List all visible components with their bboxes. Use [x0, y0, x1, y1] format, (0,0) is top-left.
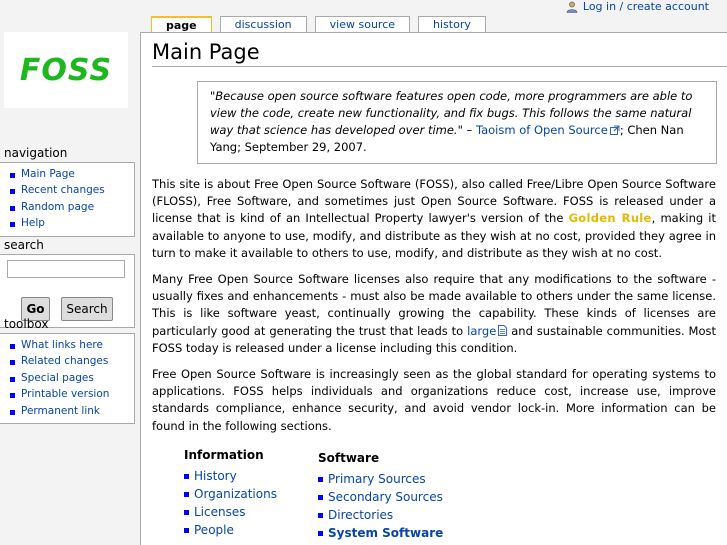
content-area: Main Page "Because open source software …: [140, 32, 727, 545]
software-item-directories[interactable]: Directories: [318, 506, 443, 524]
standards-paragraph: Free Open Source Software is increasingl…: [152, 367, 716, 433]
user-icon: [566, 1, 578, 13]
licenses-paragraph: Many Free Open Source Software licenses …: [152, 271, 716, 357]
tab-discussion[interactable]: discussion: [219, 16, 307, 33]
external-link-icon: [609, 125, 620, 135]
info-item-history[interactable]: History: [184, 467, 277, 485]
information-list: Information History Organizations Licens…: [184, 448, 277, 540]
info-item-people[interactable]: People: [184, 521, 277, 539]
nav-item-help[interactable]: Help: [8, 215, 134, 231]
search-input[interactable]: [7, 260, 125, 278]
software-item-secondary-sources[interactable]: Secondary Sources: [318, 488, 443, 506]
toolbox-portlet: toolbox What links here Related changes …: [0, 317, 135, 425]
software-heading: Software: [318, 450, 380, 465]
software-item-primary-sources[interactable]: Primary Sources: [318, 470, 443, 488]
info-item-organizations[interactable]: Organizations: [184, 485, 277, 503]
personal-tools: Log in / create account: [566, 0, 709, 13]
taoism-link[interactable]: Taoism of Open Source: [476, 123, 608, 137]
software-list: Software Primary Sources Secondary Sourc…: [318, 451, 443, 543]
navigation-portlet: navigation Main Page Recent changes Rand…: [0, 146, 135, 237]
page-title: Main Page: [152, 39, 727, 67]
software-item-system-software[interactable]: System Software: [318, 524, 443, 542]
tab-view-source[interactable]: view source: [314, 16, 411, 33]
quote-box: "Because open source software features o…: [197, 81, 717, 164]
toolbox-item-what-links-here[interactable]: What links here: [8, 337, 134, 353]
logo-text: FOSS: [19, 52, 113, 88]
intro-paragraph: This site is about Free Open Source Soft…: [152, 176, 716, 262]
tab-history[interactable]: history: [418, 16, 486, 33]
nav-item-main-page[interactable]: Main Page: [8, 166, 134, 182]
nav-item-random-page[interactable]: Random page: [8, 199, 134, 215]
navigation-body: Main Page Recent changes Random page Hel…: [0, 162, 135, 237]
page-tabs: page discussion view source history: [151, 16, 486, 33]
site-logo[interactable]: FOSS: [4, 32, 128, 108]
toolbox-body: What links here Related changes Special …: [0, 333, 135, 425]
toolbox-item-related-changes[interactable]: Related changes: [8, 353, 134, 369]
tab-page[interactable]: page: [151, 16, 212, 33]
large-link[interactable]: large: [467, 324, 496, 338]
nav-item-recent-changes[interactable]: Recent changes: [8, 182, 134, 198]
search-heading: search: [4, 238, 44, 252]
quote-dash: –: [462, 123, 476, 137]
navigation-heading: navigation: [4, 146, 68, 160]
search-portlet: search Go Search: [0, 238, 135, 328]
toolbox-heading: toolbox: [4, 317, 49, 331]
information-heading: Information: [184, 447, 264, 462]
section-lists: Information History Organizations Licens…: [152, 448, 727, 545]
info-item-licenses[interactable]: Licenses: [184, 503, 277, 521]
login-link[interactable]: Log in / create account: [583, 0, 709, 13]
toolbox-item-permanent-link[interactable]: Permanent link: [8, 403, 134, 419]
toolbox-item-special-pages[interactable]: Special pages: [8, 370, 134, 386]
document-icon: [498, 324, 508, 336]
toolbox-item-printable-version[interactable]: Printable version: [8, 386, 134, 402]
golden-rule-link[interactable]: Golden Rule: [569, 211, 652, 225]
